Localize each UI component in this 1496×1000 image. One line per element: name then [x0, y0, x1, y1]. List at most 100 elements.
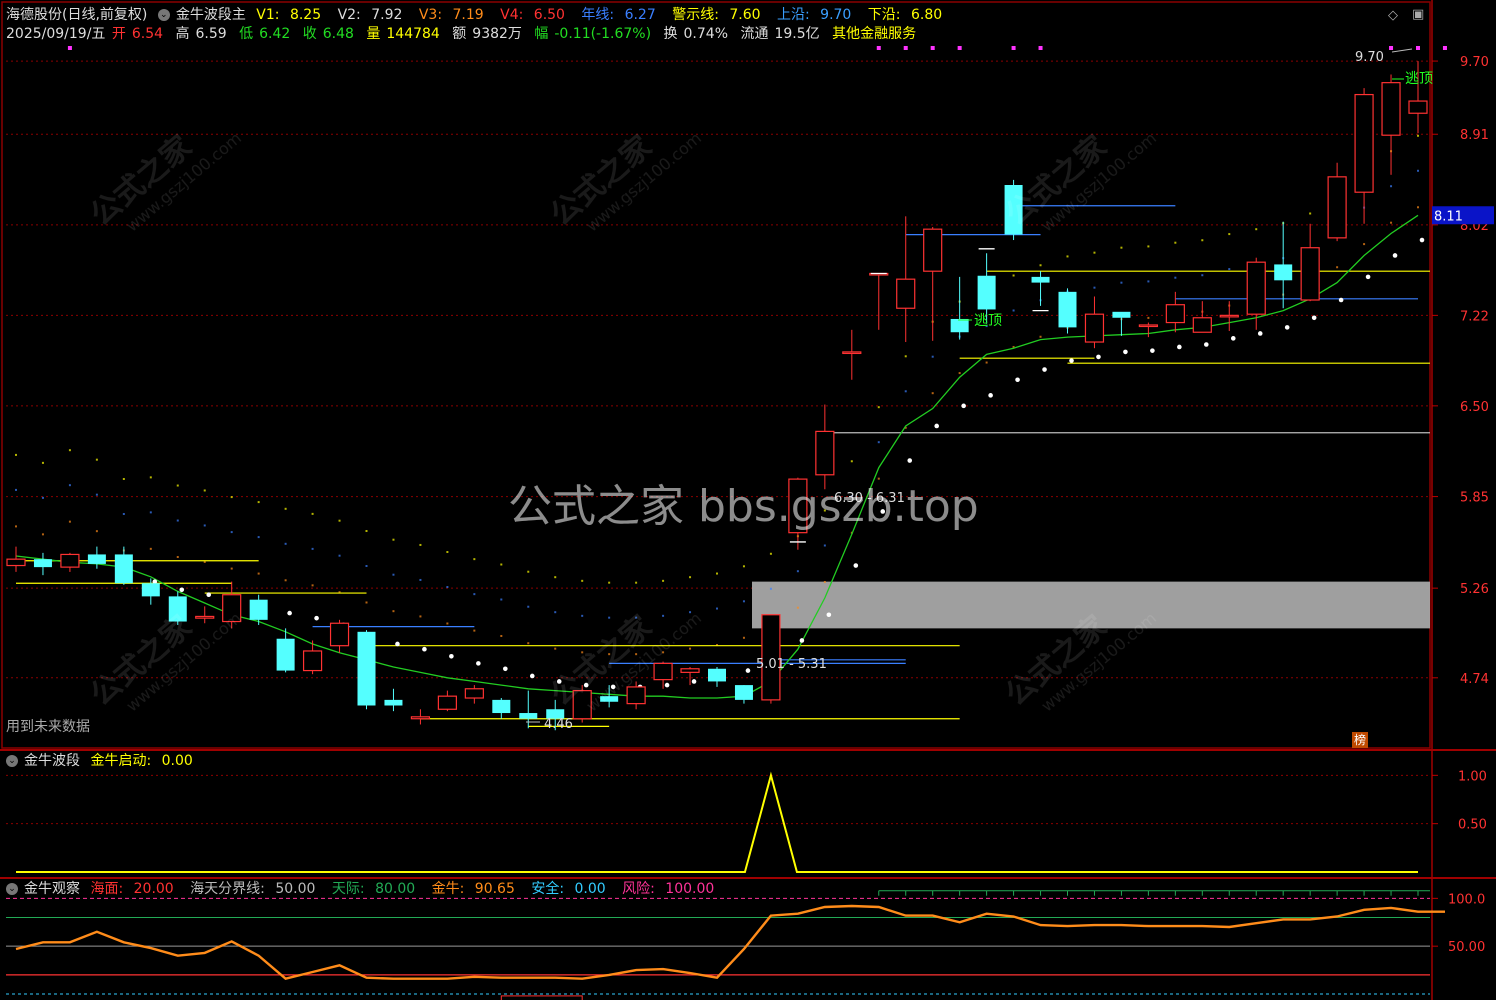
- projection-dot: [1093, 286, 1096, 289]
- candle-body: [923, 228, 943, 272]
- projection-dot: [338, 519, 341, 522]
- vol-label: 量: [366, 26, 381, 42]
- projection-dot: [284, 542, 287, 545]
- trail-dot: [934, 423, 939, 429]
- close-value: 6.48: [322, 26, 354, 42]
- candle-body: [1300, 247, 1320, 301]
- trail-dot: [1284, 325, 1290, 330]
- projection-dot: [203, 489, 206, 492]
- window-icon[interactable]: ▣: [1412, 7, 1424, 22]
- candle-body: [734, 685, 753, 700]
- panel2-title[interactable]: 金牛波段: [24, 753, 80, 769]
- candle-body: [600, 696, 619, 702]
- projection-dot: [1255, 228, 1258, 231]
- future-data-note: 用到未来数据: [6, 719, 90, 735]
- projection-dot: [689, 647, 692, 650]
- jingshi-value: 7.60: [729, 7, 761, 23]
- projection-dot: [311, 512, 314, 515]
- v2-value: 7.92: [371, 7, 403, 23]
- vol-value: 144784: [386, 26, 440, 42]
- projection-dot: [230, 496, 233, 499]
- v1-label: V1:: [256, 7, 280, 23]
- projection-dot: [1390, 185, 1393, 188]
- projection-dot: [1147, 280, 1150, 283]
- collapse-icon[interactable]: ⌄: [6, 755, 18, 767]
- candle-body: [977, 275, 996, 310]
- candle-body: [815, 430, 835, 476]
- collapse-icon[interactable]: ⌄: [6, 883, 18, 895]
- projection-dot: [1174, 241, 1177, 244]
- trail-dot: [664, 682, 670, 688]
- trail-dot: [1177, 344, 1182, 350]
- fenjie-value: 50.00: [275, 881, 316, 897]
- v4-value: 6.50: [533, 7, 565, 23]
- candle-body: [437, 695, 457, 710]
- nianxian-label: 年线:: [581, 7, 615, 23]
- float-value: 19.5亿: [774, 26, 820, 42]
- trail-dot: [1419, 237, 1425, 243]
- support-zone: [752, 581, 1430, 629]
- rank-badge[interactable]: 榜: [1352, 732, 1368, 748]
- projection-dot: [527, 570, 530, 573]
- panel2-header: ⌄ 金牛波段 金牛启动: 0.00: [6, 752, 205, 770]
- escape-top-label: 逃顶: [1405, 71, 1433, 87]
- stock-name[interactable]: 海德股份(日线,前复权): [6, 7, 147, 23]
- projection-dot: [95, 493, 98, 496]
- trail-dot: [907, 458, 913, 463]
- price-tick-label: 7.22: [1460, 309, 1489, 324]
- candle-body: [626, 686, 646, 705]
- trail-dot: [1042, 367, 1047, 372]
- v1-value: 8.25: [289, 7, 322, 23]
- top-marker: [876, 46, 881, 50]
- trail-dot: [988, 393, 993, 398]
- projection-dot: [1201, 274, 1204, 277]
- indicator-name[interactable]: 金牛波段主: [176, 7, 246, 23]
- candle-body: [222, 594, 242, 623]
- projection-dot: [931, 355, 934, 358]
- projection-dot: [716, 607, 718, 610]
- projection-dot: [581, 579, 584, 582]
- amt-value: 9382万: [472, 26, 522, 42]
- projection-dot: [1066, 255, 1069, 258]
- trail-dot: [961, 403, 966, 409]
- projection-dot: [877, 406, 880, 409]
- panel2-tick-label: 1.00: [1458, 769, 1487, 784]
- candle-body: [1246, 261, 1266, 315]
- jingshi-label: 警示线:: [672, 7, 719, 23]
- candle-body: [788, 478, 808, 534]
- projection-dot: [662, 579, 665, 582]
- projection-dot: [931, 392, 934, 395]
- projection-dot: [554, 611, 557, 614]
- diamond-icon[interactable]: ◇: [1388, 8, 1398, 23]
- trail-dot: [179, 587, 185, 593]
- candle-body: [492, 699, 511, 714]
- projection-dot: [419, 578, 422, 581]
- price-mark-arrow: [1391, 48, 1413, 53]
- trail-dot: [503, 666, 508, 672]
- price-tick-label: 4.74: [1460, 672, 1489, 687]
- top-marker: [957, 46, 962, 50]
- tianji-value: 80.00: [375, 881, 416, 897]
- float-label: 流通: [740, 26, 769, 42]
- candle-body: [572, 690, 592, 720]
- projection-dot: [1147, 245, 1150, 248]
- candle-body: [950, 318, 969, 333]
- v3-label: V3:: [418, 7, 443, 23]
- top-marker: [67, 46, 72, 50]
- projection-dot: [581, 614, 584, 617]
- projection-dot: [122, 477, 125, 480]
- projection-dot: [230, 567, 233, 570]
- projection-dot: [176, 556, 179, 559]
- panel2-item-value: 0.00: [161, 753, 193, 769]
- candle-body: [464, 688, 484, 699]
- candle-body: [1192, 317, 1212, 333]
- trail-dot: [287, 610, 292, 616]
- panel3-title[interactable]: 金牛观察: [24, 881, 80, 897]
- trail-dot: [826, 612, 832, 618]
- price-mark-top: 9.70: [1355, 50, 1384, 65]
- jinniu-value: 90.65: [474, 881, 515, 897]
- projection-dot: [149, 476, 152, 479]
- projection-dot: [689, 576, 692, 579]
- collapse-icon[interactable]: ⌄: [157, 9, 170, 21]
- projection-dot: [769, 587, 772, 590]
